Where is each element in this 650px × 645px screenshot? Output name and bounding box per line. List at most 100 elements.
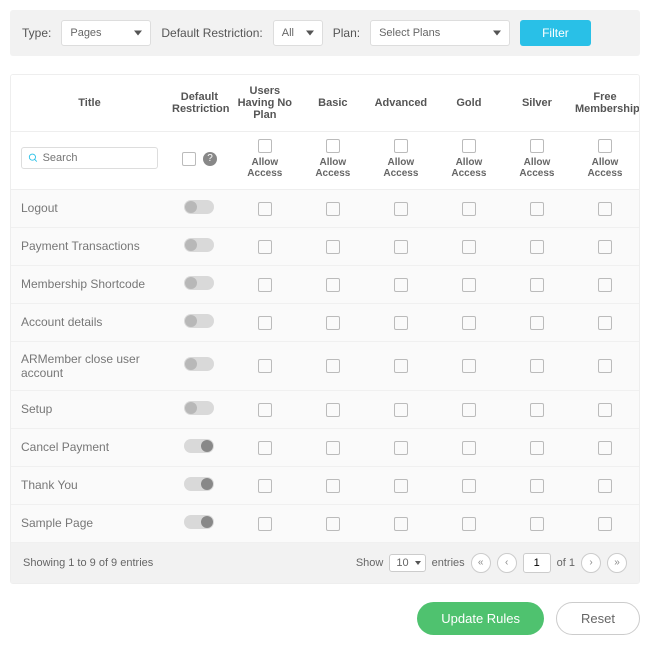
allow-checkbox[interactable] xyxy=(530,316,544,330)
type-label: Type: xyxy=(22,26,51,40)
col-plan-silver: Silver xyxy=(503,75,571,132)
allow-checkbox[interactable] xyxy=(394,441,408,455)
col-plan-gold: Gold xyxy=(435,75,503,132)
allow-checkbox[interactable] xyxy=(530,202,544,216)
allow-checkbox[interactable] xyxy=(394,359,408,373)
restriction-toggle[interactable] xyxy=(184,357,214,371)
allow-checkbox[interactable] xyxy=(598,240,612,254)
last-page-button[interactable]: » xyxy=(607,553,627,573)
allow-checkbox[interactable] xyxy=(530,403,544,417)
allow-checkbox[interactable] xyxy=(326,316,340,330)
allow-checkbox[interactable] xyxy=(326,517,340,531)
allow-checkbox[interactable] xyxy=(394,517,408,531)
allow-checkbox[interactable] xyxy=(394,479,408,493)
allow-checkbox[interactable] xyxy=(258,359,272,373)
col-plan-basic: Basic xyxy=(299,75,367,132)
show-label: Show xyxy=(356,557,384,569)
restriction-toggle[interactable] xyxy=(184,314,214,328)
table-row: Sample Page xyxy=(11,504,639,542)
update-rules-button[interactable]: Update Rules xyxy=(417,602,544,635)
reset-button[interactable]: Reset xyxy=(556,602,640,635)
allow-checkbox[interactable] xyxy=(598,517,612,531)
row-title: Payment Transactions xyxy=(11,227,168,265)
pagesize-select[interactable]: 10 xyxy=(389,554,425,572)
allow-all-basic-checkbox[interactable] xyxy=(326,139,340,153)
allow-checkbox[interactable] xyxy=(598,441,612,455)
restriction-toggle[interactable] xyxy=(184,200,214,214)
plan-select[interactable]: Select Plans xyxy=(370,20,510,46)
showing-text: Showing 1 to 9 of 9 entries xyxy=(23,557,153,569)
filter-button[interactable]: Filter xyxy=(520,20,591,46)
next-page-button[interactable]: › xyxy=(581,553,601,573)
restriction-toggle[interactable] xyxy=(184,401,214,415)
allow-all-gold-checkbox[interactable] xyxy=(462,139,476,153)
allow-all-silver-checkbox[interactable] xyxy=(530,139,544,153)
allow-checkbox[interactable] xyxy=(462,517,476,531)
allow-checkbox[interactable] xyxy=(598,479,612,493)
allow-checkbox[interactable] xyxy=(394,403,408,417)
allow-checkbox[interactable] xyxy=(598,403,612,417)
allow-checkbox[interactable] xyxy=(326,202,340,216)
allow-checkbox[interactable] xyxy=(530,517,544,531)
row-title: Thank You xyxy=(11,466,168,504)
restriction-select[interactable]: All xyxy=(273,20,323,46)
allow-checkbox[interactable] xyxy=(394,240,408,254)
allow-checkbox[interactable] xyxy=(394,278,408,292)
allow-checkbox[interactable] xyxy=(598,278,612,292)
allow-checkbox[interactable] xyxy=(462,359,476,373)
allow-all-free-checkbox[interactable] xyxy=(598,139,612,153)
table-row: ARMember close user account xyxy=(11,341,639,390)
allow-all-advanced-checkbox[interactable] xyxy=(394,139,408,153)
allow-checkbox[interactable] xyxy=(462,403,476,417)
restriction-toggle[interactable] xyxy=(184,276,214,290)
allow-checkbox[interactable] xyxy=(530,240,544,254)
first-page-button[interactable]: « xyxy=(471,553,491,573)
allow-checkbox[interactable] xyxy=(530,479,544,493)
restriction-toggle[interactable] xyxy=(184,515,214,529)
allow-checkbox[interactable] xyxy=(462,202,476,216)
restriction-toggle[interactable] xyxy=(184,238,214,252)
chevron-down-icon xyxy=(415,561,421,565)
allow-checkbox[interactable] xyxy=(598,202,612,216)
restriction-toggle[interactable] xyxy=(184,439,214,453)
allow-checkbox[interactable] xyxy=(326,479,340,493)
allow-all-noplan-checkbox[interactable] xyxy=(258,139,272,153)
allow-checkbox[interactable] xyxy=(530,441,544,455)
allow-checkbox[interactable] xyxy=(462,441,476,455)
of-label: of 1 xyxy=(557,557,575,569)
allow-checkbox[interactable] xyxy=(598,316,612,330)
search-input-wrap[interactable] xyxy=(21,147,158,169)
allow-checkbox[interactable] xyxy=(258,517,272,531)
allow-checkbox[interactable] xyxy=(258,479,272,493)
prev-page-button[interactable]: ‹ xyxy=(497,553,517,573)
allow-checkbox[interactable] xyxy=(394,316,408,330)
allow-checkbox[interactable] xyxy=(258,240,272,254)
allow-checkbox[interactable] xyxy=(326,240,340,254)
allow-checkbox[interactable] xyxy=(462,479,476,493)
help-icon[interactable]: ? xyxy=(203,152,217,166)
allow-checkbox[interactable] xyxy=(258,403,272,417)
col-users-no-plan: Users Having No Plan xyxy=(231,75,299,132)
allow-checkbox[interactable] xyxy=(530,359,544,373)
allow-checkbox[interactable] xyxy=(326,278,340,292)
select-all-restriction-checkbox[interactable] xyxy=(182,152,196,166)
allow-checkbox[interactable] xyxy=(326,359,340,373)
allow-checkbox[interactable] xyxy=(394,202,408,216)
allow-checkbox[interactable] xyxy=(462,278,476,292)
allow-checkbox[interactable] xyxy=(530,278,544,292)
allow-checkbox[interactable] xyxy=(326,441,340,455)
allow-checkbox[interactable] xyxy=(598,359,612,373)
search-input[interactable] xyxy=(43,152,151,164)
allow-checkbox[interactable] xyxy=(258,316,272,330)
restriction-toggle[interactable] xyxy=(184,477,214,491)
allow-checkbox[interactable] xyxy=(326,403,340,417)
allow-checkbox[interactable] xyxy=(258,441,272,455)
type-select[interactable]: Pages xyxy=(61,20,151,46)
page-number-input[interactable] xyxy=(523,553,551,573)
allow-checkbox[interactable] xyxy=(258,278,272,292)
allow-checkbox[interactable] xyxy=(462,316,476,330)
row-title: ARMember close user account xyxy=(11,341,168,390)
allow-checkbox[interactable] xyxy=(462,240,476,254)
allow-checkbox[interactable] xyxy=(258,202,272,216)
table-row: Payment Transactions xyxy=(11,227,639,265)
